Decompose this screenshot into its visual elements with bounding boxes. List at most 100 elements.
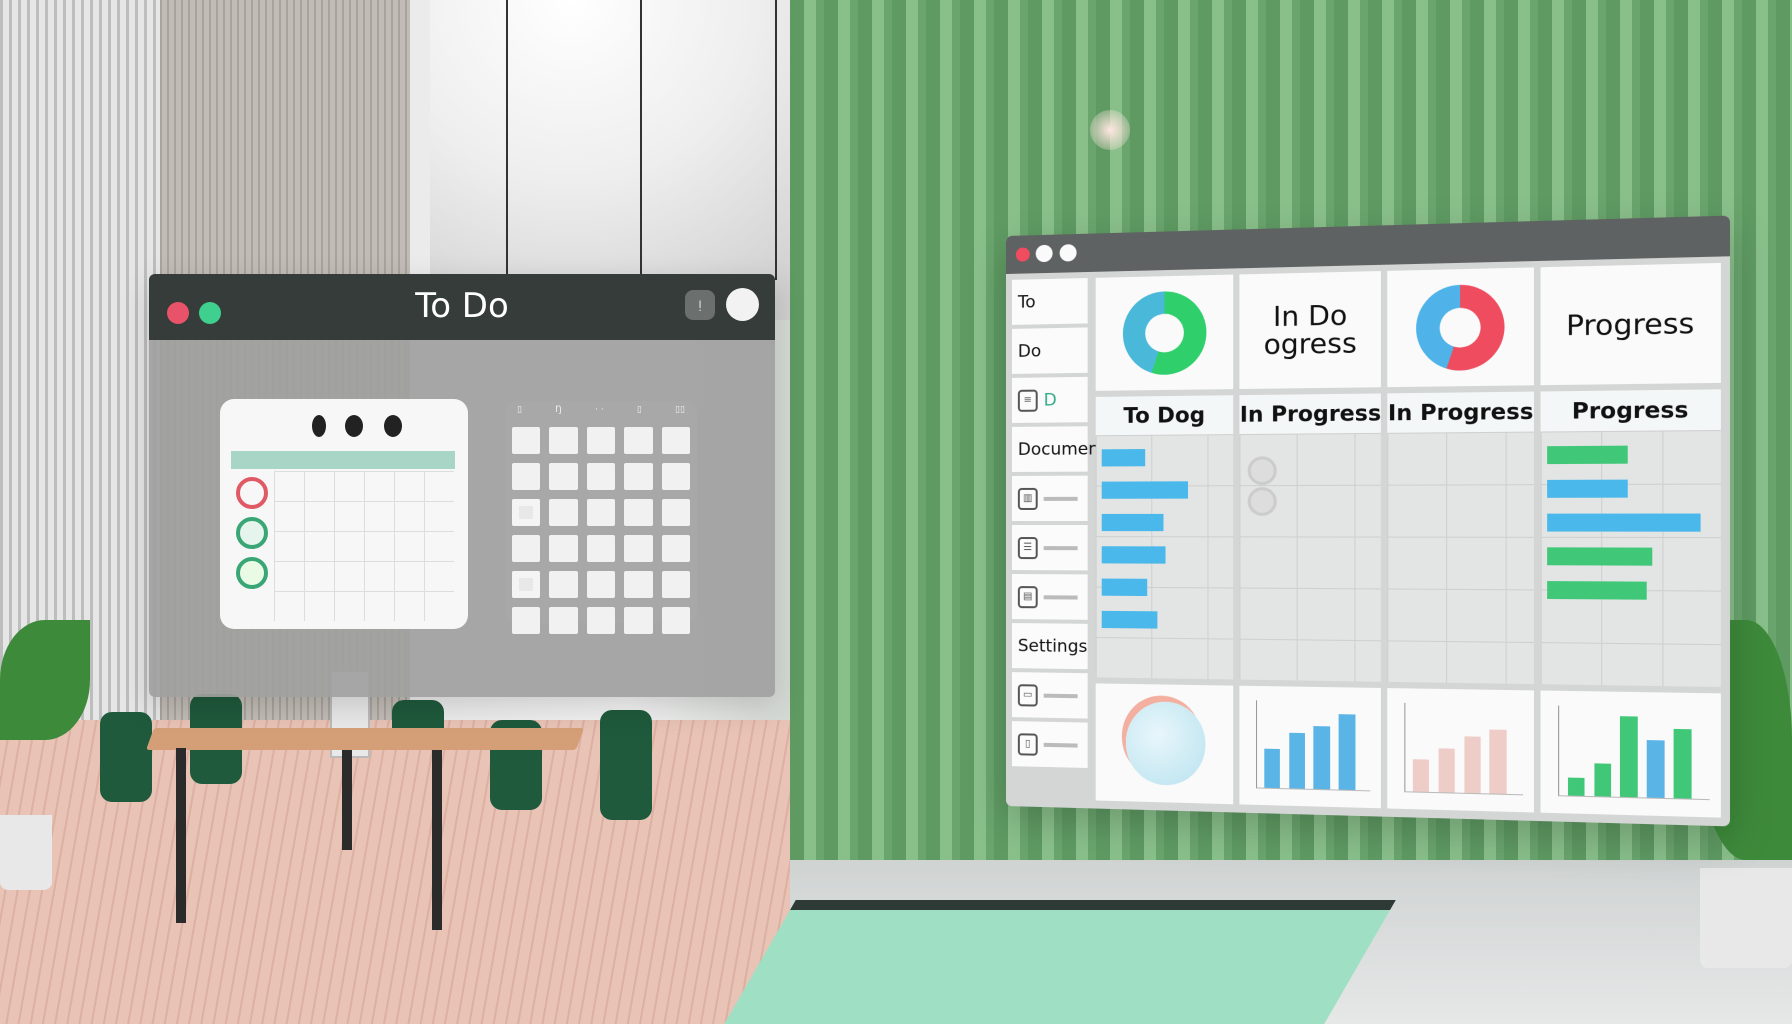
chart-card[interactable] — [1239, 685, 1382, 809]
grid-tile[interactable] — [661, 499, 690, 526]
column-grid — [1387, 431, 1534, 685]
progress-bar[interactable] — [1101, 610, 1158, 629]
grid-tile[interactable] — [586, 535, 616, 562]
tile-grid — [512, 427, 690, 634]
grid-tile[interactable] — [586, 463, 616, 490]
potted-plant — [0, 620, 90, 740]
donut-chart — [1416, 283, 1505, 372]
grid-tile[interactable] — [586, 499, 616, 526]
sidebar-item[interactable]: ▤ — [1011, 574, 1088, 620]
status-ring-green[interactable] — [236, 557, 268, 589]
grid-tile[interactable] — [549, 427, 578, 454]
grid-tile[interactable] — [661, 607, 690, 634]
grid-tile[interactable] — [661, 427, 690, 454]
grid-tile[interactable] — [512, 571, 541, 598]
toolbar-icon-button[interactable]: ᴉ — [685, 290, 715, 320]
document-icon: ≡ — [1017, 389, 1038, 412]
grid-tile[interactable] — [549, 499, 578, 526]
sidebar-item[interactable]: ▯ — [1011, 721, 1088, 768]
list-icon: ☰ — [1017, 536, 1038, 559]
grid-tile[interactable] — [549, 571, 578, 598]
grid-tile[interactable] — [624, 463, 653, 490]
progress-bar[interactable] — [1101, 546, 1166, 564]
sidebar-item-label-placeholder — [1043, 545, 1078, 550]
grid-tile[interactable] — [512, 463, 541, 490]
grid-tile[interactable] — [624, 499, 653, 526]
office-chair — [100, 712, 152, 802]
sidebar-item[interactable]: Document — [1011, 426, 1106, 472]
kanban-column: Progress — [1540, 389, 1721, 687]
grid-tile[interactable] — [549, 463, 578, 490]
grid-tile[interactable] — [624, 427, 653, 454]
grid-tile[interactable] — [549, 607, 578, 634]
column-header[interactable]: In Progress — [1239, 393, 1382, 435]
chart-bar — [1673, 728, 1692, 799]
grid-tile[interactable] — [512, 607, 541, 634]
title-bar: To Do ᴉ — [149, 274, 775, 340]
grid-tile[interactable] — [586, 427, 616, 454]
sidebar-item[interactable]: ≡ D — [1011, 376, 1088, 423]
calendar-grid[interactable] — [274, 471, 454, 621]
reflecting-pool — [724, 900, 1396, 1024]
progress-bar[interactable] — [1101, 513, 1164, 532]
sidebar-item[interactable]: Settings — [1011, 623, 1088, 670]
column-header[interactable]: To Dog — [1095, 395, 1234, 436]
summary-card[interactable]: In Do ogress — [1239, 271, 1382, 390]
maximize-button[interactable] — [1059, 244, 1077, 262]
summary-title: In Do ogress — [1240, 271, 1382, 389]
profile-button[interactable] — [726, 288, 759, 321]
calendar-card[interactable] — [220, 399, 468, 629]
hanging-wire — [506, 0, 508, 280]
sidebar-item-label: Document — [1017, 438, 1106, 460]
chart-card[interactable] — [1387, 688, 1534, 813]
progress-bar[interactable] — [1546, 581, 1647, 600]
header-glyph: ▯▯ — [675, 405, 685, 415]
grid-tile[interactable] — [661, 535, 690, 562]
progress-bar[interactable] — [1101, 449, 1145, 467]
chart-bar — [1313, 725, 1330, 790]
chart-card[interactable] — [1095, 683, 1234, 805]
progress-bar[interactable] — [1546, 547, 1652, 566]
grid-tile[interactable] — [586, 571, 616, 598]
grid-tile[interactable] — [512, 427, 541, 454]
grid-tile[interactable] — [549, 535, 578, 562]
grid-tile[interactable] — [512, 499, 541, 526]
sidebar-item[interactable]: ▥ — [1011, 475, 1088, 521]
hanging-wire — [775, 0, 777, 280]
column-header[interactable]: Progress — [1540, 389, 1721, 432]
dot-icon — [384, 415, 402, 437]
grid-tile[interactable] — [661, 571, 690, 598]
hanging-wire — [640, 0, 642, 280]
grid-tile[interactable] — [624, 571, 653, 598]
chart-card[interactable] — [1540, 690, 1721, 818]
status-ring-red[interactable] — [236, 477, 268, 509]
progress-bar[interactable] — [1546, 513, 1702, 532]
summary-card[interactable] — [1095, 274, 1234, 391]
progress-bar[interactable] — [1101, 481, 1189, 499]
progress-bar[interactable] — [1546, 445, 1628, 465]
sidebar-item[interactable]: To — [1011, 278, 1088, 325]
column-header[interactable]: In Progress — [1387, 391, 1534, 433]
conference-table — [145, 728, 585, 750]
light-orb — [1090, 110, 1130, 150]
grid-tile[interactable] — [661, 463, 690, 490]
progress-bar[interactable] — [1101, 578, 1148, 597]
status-ring-green[interactable] — [236, 517, 268, 549]
grid-tile[interactable] — [624, 535, 653, 562]
chart-bar — [1264, 748, 1281, 789]
sidebar-item[interactable]: ▭ — [1011, 672, 1088, 719]
grid-tile[interactable] — [624, 607, 653, 634]
minimize-button[interactable] — [1035, 244, 1053, 263]
file-icon: ▤ — [1017, 585, 1038, 608]
close-button[interactable] — [1015, 247, 1030, 262]
progress-bar[interactable] — [1546, 479, 1628, 498]
sidebar-item-label: To — [1017, 291, 1036, 313]
sidebar-item-label-placeholder — [1043, 594, 1078, 600]
summary-card[interactable] — [1387, 267, 1534, 388]
sidebar-item[interactable]: Do — [1011, 327, 1088, 374]
chart-icon: ▥ — [1017, 487, 1038, 510]
summary-card[interactable]: Progress — [1540, 262, 1721, 386]
grid-tile[interactable] — [586, 607, 616, 634]
grid-tile[interactable] — [512, 535, 541, 562]
sidebar-item[interactable]: ☰ — [1011, 525, 1088, 571]
